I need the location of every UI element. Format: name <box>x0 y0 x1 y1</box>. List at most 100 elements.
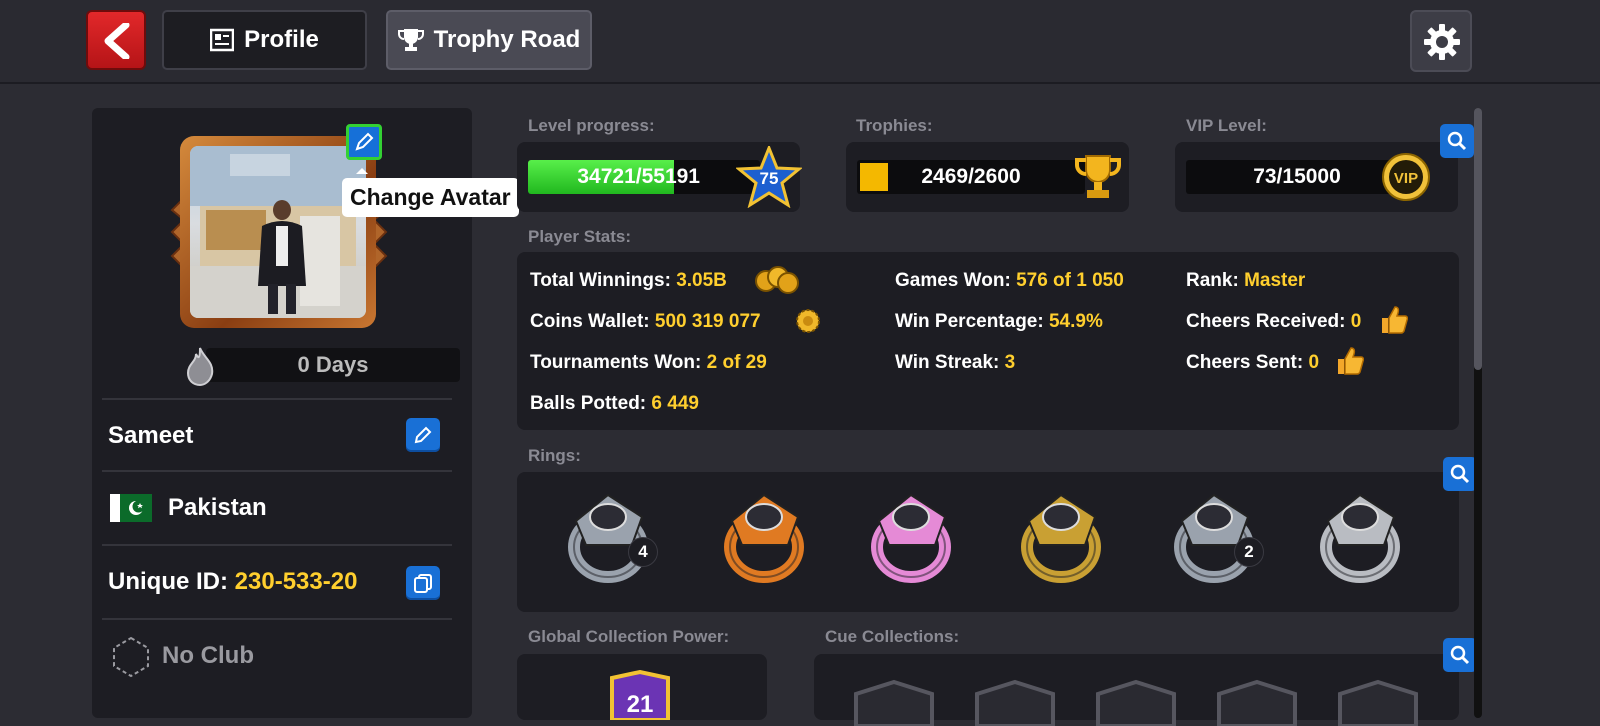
change-avatar-tooltip: Change Avatar <box>342 168 519 217</box>
magnifier-icon <box>1450 645 1470 665</box>
profile-panel: Change Avatar 0 Days Sameet Pakistan Uni… <box>92 108 519 718</box>
magnifier-icon <box>1447 131 1467 151</box>
vip-search-button[interactable] <box>1440 124 1474 158</box>
stat-value: 2 of 29 <box>706 352 767 373</box>
ring-icon <box>1174 493 1254 583</box>
stat-games-won: Games Won: 576 of 1 050 <box>895 270 1124 292</box>
master-moscow-ring[interactable]: 4 <box>562 485 662 585</box>
stat-label: Coins Wallet: <box>530 311 650 332</box>
level-progress-bar: 34721/55191 <box>528 160 760 194</box>
avatar[interactable] <box>190 146 366 318</box>
avatar-frame[interactable] <box>180 136 376 328</box>
player-name: Sameet <box>108 422 194 449</box>
edit-name-button[interactable] <box>406 418 440 452</box>
stat-label: Balls Potted: <box>530 393 647 414</box>
unique-id-label-text: Unique ID: <box>108 568 228 595</box>
id-card-icon <box>210 28 235 52</box>
collection-power-value: 21 <box>627 691 654 718</box>
coin-icon <box>796 309 820 333</box>
stat-label: Games Won: <box>895 270 1011 291</box>
ring-count-badge: 2 <box>1234 537 1264 567</box>
cue-collections-search-button[interactable] <box>1443 638 1477 672</box>
uk-silver-ring[interactable] <box>1314 485 1414 585</box>
cue-collection-icon[interactable] <box>973 678 1057 726</box>
stat-label: Rank: <box>1186 270 1239 291</box>
stat-value: 576 of 1 050 <box>1016 270 1124 291</box>
stat-value: 6 449 <box>651 393 699 414</box>
trophies-value: 2469/2600 <box>921 165 1021 188</box>
top-bar: Profile Trophy Road <box>0 0 1600 82</box>
stat-win-streak: Win Streak: 3 <box>895 352 1015 374</box>
country-name: Pakistan <box>168 494 267 521</box>
chevron-left-icon <box>104 23 130 59</box>
settings-button[interactable] <box>1410 10 1472 72</box>
stat-value: Master <box>1244 270 1306 291</box>
streak-row: 0 Days <box>184 346 460 386</box>
vip-value: 73/15000 <box>1253 165 1341 188</box>
copy-id-button[interactable] <box>406 566 440 600</box>
name-row: Sameet <box>102 398 452 470</box>
stat-value: 54.9% <box>1048 311 1103 332</box>
cue-collection-icon[interactable] <box>1336 678 1420 726</box>
flame-icon <box>186 347 214 386</box>
stat-cheers-received: Cheers Received: 0 <box>1186 311 1361 333</box>
ring-icon <box>1021 493 1101 583</box>
back-button[interactable] <box>86 10 146 70</box>
scrollbar-thumb[interactable] <box>1474 108 1482 370</box>
level-progress-label: Level progress: <box>528 116 655 135</box>
thumbs-up-icon <box>1382 306 1408 334</box>
tab-profile[interactable]: Profile <box>162 10 367 70</box>
scrollbar[interactable] <box>1474 108 1482 718</box>
ring-icon <box>871 493 951 583</box>
master-green-ring[interactable]: 2 <box>1168 485 1268 585</box>
tab-trophy-road[interactable]: Trophy Road <box>386 10 592 70</box>
gear-icon <box>1424 24 1460 60</box>
tab-trophy-road-label: Trophy Road <box>433 26 581 53</box>
stat-value: 0 <box>1350 311 1362 332</box>
thumbs-up-icon <box>1338 347 1364 375</box>
stat-label: Total Winnings: <box>530 270 671 291</box>
ring-icon <box>724 493 804 583</box>
cue-collection-icon[interactable] <box>1215 678 1299 726</box>
stat-value: 3.05B <box>676 270 727 291</box>
stat-label: Win Streak: <box>895 352 1000 373</box>
trophies-label: Trophies: <box>856 116 933 135</box>
magnifier-icon <box>1450 464 1470 484</box>
stat-value: 500 319 077 <box>654 311 761 332</box>
stat-value: 0 <box>1308 352 1320 373</box>
player-stats-label: Player Stats: <box>528 227 631 246</box>
stat-label: Cheers Sent: <box>1186 352 1304 373</box>
legend-orange-ring[interactable] <box>718 485 818 585</box>
legend-gold-ring[interactable] <box>1015 485 1115 585</box>
stat-label: Cheers Received: <box>1186 311 1346 332</box>
level-number: 75 <box>760 169 779 188</box>
stat-rank: Rank: Master <box>1186 270 1305 292</box>
cue-collection-icon[interactable] <box>1094 678 1178 726</box>
unique-id-label: Unique ID: 230-533-20 <box>108 568 357 596</box>
club-row[interactable]: No Club <box>102 618 452 690</box>
ring-count-badge: 4 <box>628 537 658 567</box>
change-avatar-button[interactable] <box>346 124 382 160</box>
stat-balls-potted: Balls Potted: 6 449 <box>530 393 699 415</box>
unique-id-row: Unique ID: 230-533-20 <box>102 544 452 616</box>
cue-collections-label: Cue Collections: <box>825 627 960 646</box>
tab-profile-label: Profile <box>244 26 319 53</box>
stat-value: 3 <box>1004 352 1016 373</box>
stat-cheers-sent: Cheers Sent: 0 <box>1186 352 1319 374</box>
ring-icon <box>1320 493 1400 583</box>
stat-win-percentage: Win Percentage: 54.9% <box>895 311 1103 333</box>
ring-icon <box>568 493 648 583</box>
legend-pink-ring[interactable] <box>865 485 965 585</box>
cue-collection-icon[interactable] <box>852 678 936 726</box>
club-name: No Club <box>162 642 254 669</box>
avatar-photo-image <box>190 146 366 318</box>
pakistan-flag-icon <box>110 494 152 522</box>
global-collection-power-label: Global Collection Power: <box>528 627 730 646</box>
trophies-bar: 2469/2600 <box>857 160 1085 194</box>
streak-days: 0 Days <box>206 348 460 382</box>
trophies-fill <box>860 163 888 191</box>
rings-search-button[interactable] <box>1443 457 1477 491</box>
hexagon-club-icon <box>113 636 149 678</box>
vip-bar: 73/15000 <box>1186 160 1408 194</box>
rings-label: Rings: <box>528 446 581 465</box>
